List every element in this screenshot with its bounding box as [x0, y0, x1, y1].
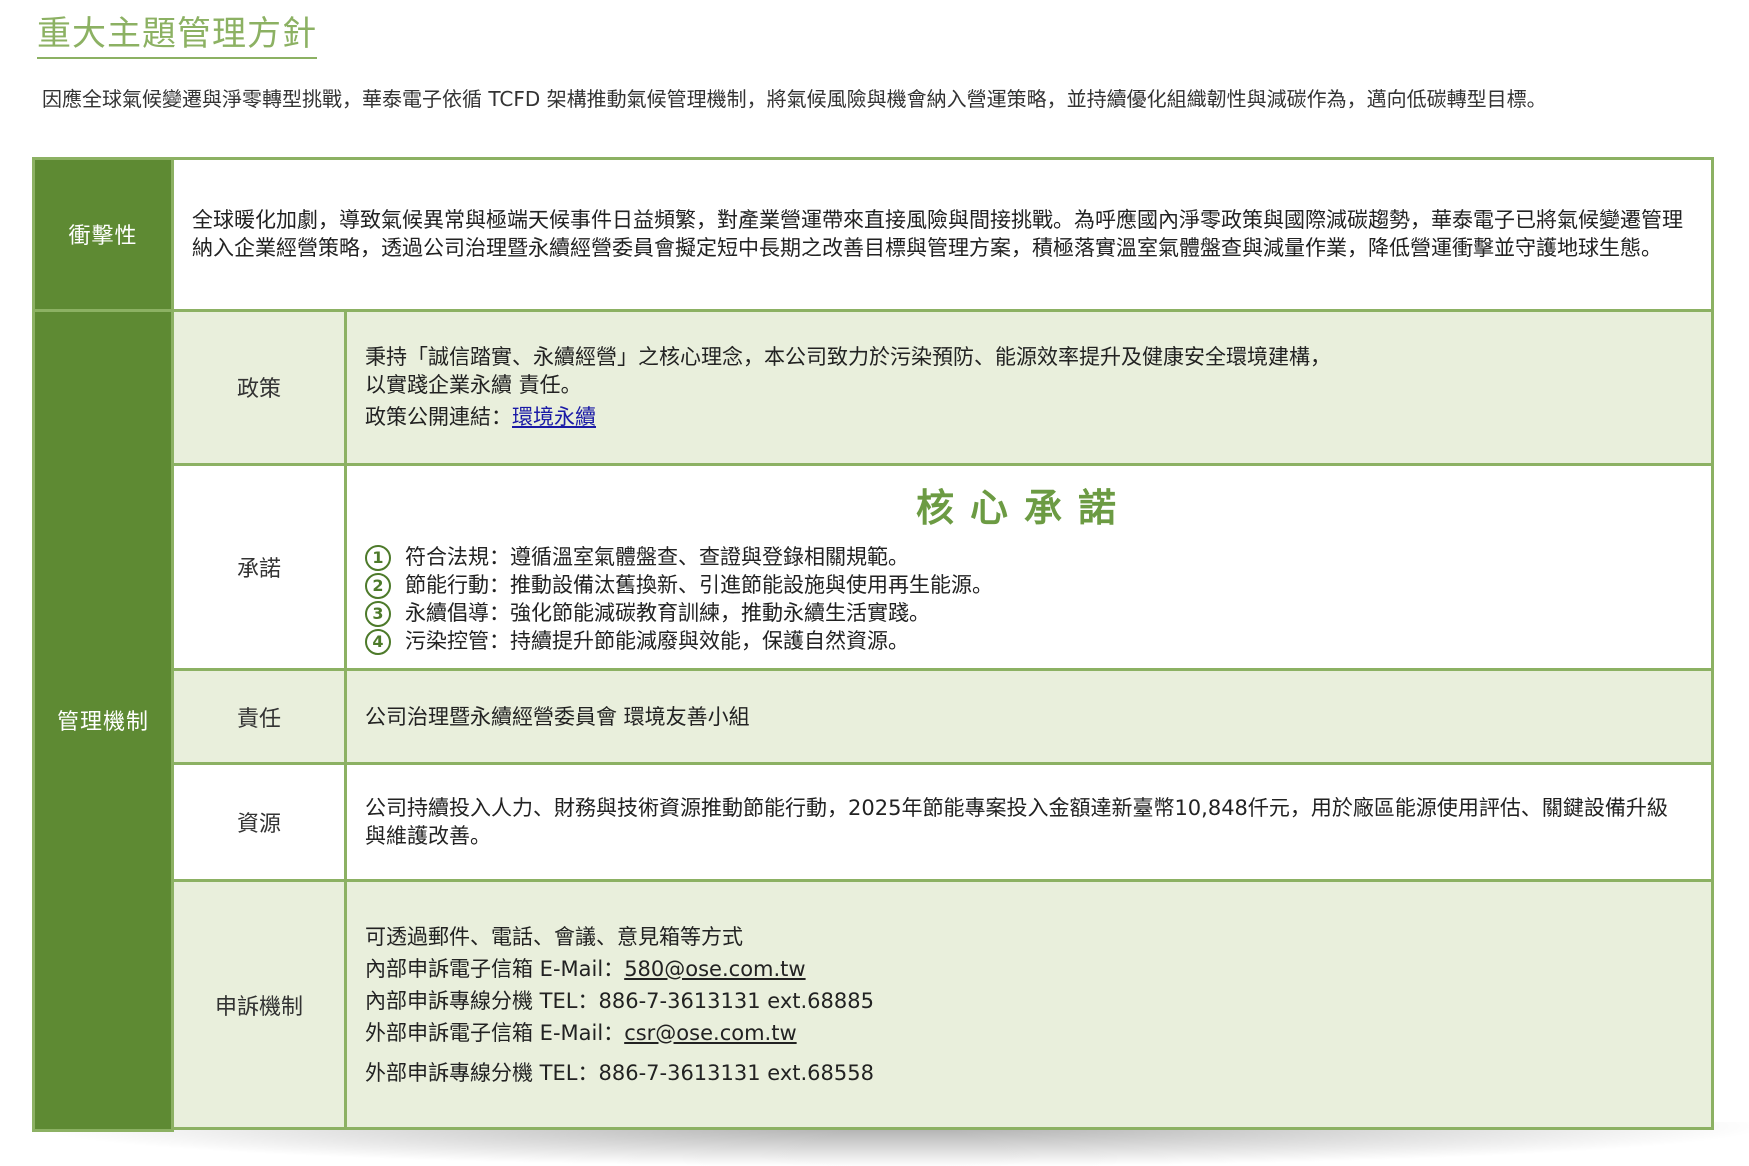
internal-email-line: 內部申訴電子信箱 E-Mail：580@ose.com.tw	[365, 953, 1683, 985]
grievance-row: 申訴機制 可透過郵件、電話、會議、意見箱等方式 內部申訴電子信箱 E-Mail：…	[34, 878, 1714, 1131]
circled-number-2-icon: 2	[365, 573, 391, 600]
commitment-item-4: 4 污染控管：持續提升節能減廢與效能，保護自然資源。	[365, 627, 1683, 656]
grievance-label: 申訴機制	[171, 878, 347, 1131]
commitment-item-1: 1 符合法規：遵循溫室氣體盤查、查證與登錄相關規範。	[365, 543, 1683, 572]
internal-email-label: 內部申訴電子信箱 E-Mail：	[365, 956, 625, 981]
environment-sustainability-link[interactable]: 環境永續	[512, 405, 596, 429]
impact-text: 全球暖化加劇，導致氣候異常與極端天候事件日益頻繁，對產業營運帶來直接風險與間接挑…	[171, 157, 1714, 312]
external-tel-value: 886-7-3613131 ext.68558	[598, 1060, 874, 1085]
external-email-link[interactable]: csr@ose.com.tw	[624, 1021, 796, 1045]
policy-content: 秉持「誠信踏實、永續經營」之核心理念，本公司致力於污染預防、能源效率提升及健康安…	[344, 308, 1714, 467]
policy-link-line: 政策公開連結：環境永續	[365, 403, 1683, 431]
circled-number-1-icon: 1	[365, 545, 391, 572]
commitment-item-text: 永續倡導：強化節能減碳教育訓練，推動永續生活實踐。	[405, 601, 930, 626]
page-title: 重大主題管理方針	[37, 12, 317, 59]
impact-label: 衝擊性	[32, 157, 174, 312]
commitment-item-text: 污染控管：持續提升節能減廢與效能，保護自然資源。	[405, 629, 909, 654]
internal-tel-value: 886-7-3613131 ext.68885	[598, 988, 874, 1013]
intro-paragraph: 因應全球氣候變遷與淨零轉型挑戰，華泰電子依循 TCFD 架構推動氣候管理機制，將…	[42, 87, 1547, 111]
external-tel-line: 外部申訴專線分機 TEL：886-7-3613131 ext.68558	[365, 1057, 1683, 1089]
commitment-item-text: 節能行動：推動設備汰舊換新、引進節能設施與使用再生能源。	[405, 573, 993, 598]
management-label: 管理機制	[32, 308, 174, 1132]
internal-tel-label: 內部申訴專線分機 TEL：	[365, 988, 599, 1013]
commitment-row: 承諾 核心承諾 1 符合法規：遵循溫室氣體盤查、查證與登錄相關規範。 2 節能行動：…	[34, 463, 1714, 672]
resources-text: 公司持續投入人力、財務與技術資源推動節能行動，2025年節能專案投入金額達新臺幣…	[344, 761, 1714, 882]
responsibility-label: 責任	[171, 668, 347, 765]
internal-email-link[interactable]: 580@ose.com.tw	[624, 957, 805, 981]
policy-line-1: 秉持「誠信踏實、永續經營」之核心理念，本公司致力於污染預防、能源效率提升及健康安…	[365, 345, 1331, 370]
grievance-content: 可透過郵件、電話、會議、意見箱等方式 內部申訴電子信箱 E-Mail：580@o…	[344, 878, 1714, 1131]
management-policy-table: 衝擊性 全球暖化加劇，導致氣候異常與極端天候事件日益頻繁，對產業營運帶來直接風險…	[32, 157, 1714, 1132]
resources-label: 資源	[171, 761, 347, 882]
commitment-item-text: 符合法規：遵循溫室氣體盤查、查證與登錄相關規範。	[405, 545, 909, 570]
commitment-content: 核心承諾 1 符合法規：遵循溫室氣體盤查、查證與登錄相關規範。 2 節能行動：推動設…	[344, 463, 1714, 672]
grievance-intro: 可透過郵件、電話、會議、意見箱等方式	[365, 924, 743, 949]
responsibility-row: 責任 公司治理暨永續經營委員會 環境友善小組	[34, 668, 1714, 765]
policy-link-prefix: 政策公開連結：	[365, 405, 512, 430]
circled-number-4-icon: 4	[365, 629, 391, 656]
internal-tel-line: 內部申訴專線分機 TEL：886-7-3613131 ext.68885	[365, 985, 1683, 1017]
circled-number-3-icon: 3	[365, 601, 391, 628]
commitment-label: 承諾	[171, 463, 347, 672]
policy-row: 管理機制 政策 秉持「誠信踏實、永續經營」之核心理念，本公司致力於污染預防、能源…	[32, 308, 1714, 1132]
policy-line-2: 以實踐企業永續 責任。	[365, 373, 582, 398]
commitment-item-3: 3 永續倡導：強化節能減碳教育訓練，推動永續生活實踐。	[365, 599, 1683, 628]
external-email-label: 外部申訴電子信箱 E-Mail：	[365, 1020, 625, 1045]
impact-row: 衝擊性 全球暖化加劇，導致氣候異常與極端天候事件日益頻繁，對產業營運帶來直接風險…	[32, 157, 1714, 312]
responsibility-text: 公司治理暨永續經營委員會 環境友善小組	[344, 668, 1714, 765]
commitment-title: 核心承諾	[915, 486, 1132, 531]
external-email-line: 外部申訴電子信箱 E-Mail：csr@ose.com.tw	[365, 1017, 1683, 1049]
external-tel-label: 外部申訴專線分機 TEL：	[365, 1060, 599, 1085]
policy-label: 政策	[171, 308, 347, 467]
resources-row: 資源 公司持續投入人力、財務與技術資源推動節能行動，2025年節能專案投入金額達…	[34, 761, 1714, 882]
commitment-item-2: 2 節能行動：推動設備汰舊換新、引進節能設施與使用再生能源。	[365, 571, 1683, 600]
